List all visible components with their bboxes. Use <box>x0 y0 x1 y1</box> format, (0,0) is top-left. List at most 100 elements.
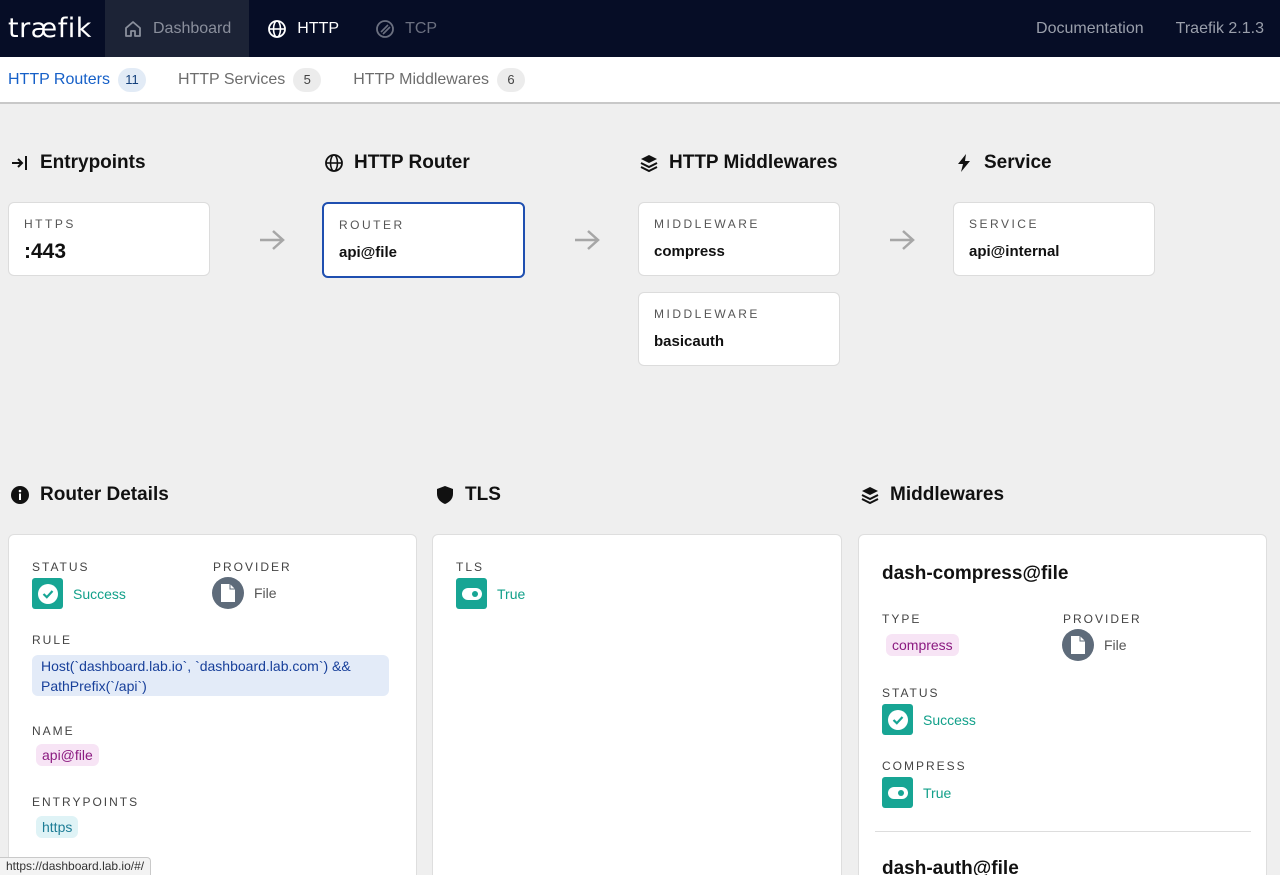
layers-icon <box>861 487 879 505</box>
shield-icon <box>437 486 453 504</box>
section-title: HTTP Middlewares <box>669 152 838 173</box>
bolt-icon <box>958 154 970 172</box>
middleware-card-basicauth[interactable]: MIDDLEWARE basicauth <box>638 292 840 366</box>
status-label: STATUS <box>32 560 90 574</box>
entrypoints-label: ENTRYPOINTS <box>32 795 140 809</box>
tls-value: True <box>497 585 526 602</box>
entrypoint-chip: https <box>36 816 79 838</box>
card-value: :443 <box>24 240 67 263</box>
name-label: NAME <box>32 724 75 738</box>
tab-http-services[interactable]: HTTP Services 5 <box>177 67 322 92</box>
router-details-panel: STATUS Success PROVIDER File RULE Host(`… <box>8 534 417 875</box>
rule-line-2: PathPrefix(`/api`) <box>41 677 147 694</box>
tls-heading: TLS <box>435 484 501 506</box>
status-label: STATUS <box>882 686 940 700</box>
http-router-heading: HTTP Router <box>324 152 470 174</box>
documentation-link[interactable]: Documentation <box>1020 0 1160 57</box>
status-value: Success <box>923 711 976 728</box>
card-value: compress <box>654 243 725 260</box>
sign-in-icon <box>12 156 27 170</box>
count-badge: 11 <box>117 67 146 92</box>
tab-http-middlewares[interactable]: HTTP Middlewares 6 <box>353 67 525 92</box>
compress-value: True <box>923 784 952 801</box>
nav-dashboard-label: Dashboard <box>153 19 232 37</box>
globe-icon <box>325 154 343 172</box>
status-indicator: Success <box>882 704 976 735</box>
arrow-right-icon <box>575 230 600 250</box>
provider-indicator: File <box>1062 629 1127 661</box>
top-navbar: træfik Dashboard HTTP TCP Documentation … <box>0 0 1280 57</box>
version-label: Traefik 2.1.3 <box>1175 19 1264 37</box>
nav-tcp-label: TCP <box>405 19 438 37</box>
middlewares-heading: Middlewares <box>860 484 1004 506</box>
nav-dashboard[interactable]: Dashboard <box>105 0 250 57</box>
card-value: api@internal <box>969 243 1060 260</box>
type-label: TYPE <box>882 612 922 626</box>
tls-indicator: True <box>456 578 525 609</box>
card-label: MIDDLEWARE <box>654 307 760 321</box>
router-card[interactable]: ROUTER api@file <box>322 202 525 278</box>
rule-line-1: Host(`dashboard.lab.io`, `dashboard.lab.… <box>41 657 351 674</box>
card-value: basicauth <box>654 333 725 350</box>
section-title: TLS <box>465 484 501 505</box>
arrow-right-icon <box>890 230 915 250</box>
card-value: api@file <box>339 244 397 261</box>
card-label: MIDDLEWARE <box>654 217 760 231</box>
tcp-icon <box>376 19 394 38</box>
toggle-on-icon <box>882 777 913 808</box>
nav-http-label: HTTP <box>297 19 340 37</box>
http-subtabs: HTTP Routers 11 HTTP Services 5 HTTP Mid… <box>0 57 1280 104</box>
provider-indicator: File <box>212 577 277 609</box>
toggle-on-icon <box>456 578 487 609</box>
tls-label: TLS <box>456 560 485 574</box>
status-indicator: Success <box>32 578 126 609</box>
card-label: ROUTER <box>339 218 405 232</box>
middleware-name: dash-auth@file <box>882 858 1019 875</box>
status-value: Success <box>73 585 126 602</box>
compress-indicator: True <box>882 777 951 808</box>
provider-label: PROVIDER <box>213 560 292 574</box>
file-icon <box>212 577 244 609</box>
arrow-right-icon <box>260 230 285 250</box>
traefik-logo[interactable]: træfik <box>0 13 105 44</box>
service-card[interactable]: SERVICE api@internal <box>953 202 1155 276</box>
card-label: HTTPS <box>24 217 76 231</box>
section-title: Entrypoints <box>40 152 146 173</box>
info-icon <box>11 486 29 504</box>
router-details-heading: Router Details <box>10 484 169 506</box>
browser-status-url: https://dashboard.lab.io/#/ <box>0 857 152 875</box>
middlewares-panel: dash-compress@file TYPE compress PROVIDE… <box>858 534 1267 875</box>
provider-label: PROVIDER <box>1063 612 1142 626</box>
tab-label: HTTP Services <box>177 70 286 88</box>
service-heading: Service <box>954 152 1052 174</box>
name-chip: api@file <box>36 744 99 766</box>
tab-label: HTTP Middlewares <box>353 70 489 88</box>
card-label: SERVICE <box>969 217 1039 231</box>
type-chip: compress <box>886 634 959 656</box>
middleware-card-compress[interactable]: MIDDLEWARE compress <box>638 202 840 276</box>
entrypoints-heading: Entrypoints <box>10 152 146 174</box>
rule-label: RULE <box>32 633 73 647</box>
nav-tcp[interactable]: TCP <box>357 0 455 57</box>
section-title: Middlewares <box>890 484 1005 505</box>
nav-http[interactable]: HTTP <box>249 0 357 57</box>
section-title: Router Details <box>40 484 169 505</box>
count-badge: 6 <box>496 67 525 92</box>
layers-icon <box>640 155 658 173</box>
middleware-name: dash-compress@file <box>882 563 1069 584</box>
check-icon <box>882 704 913 735</box>
section-title: HTTP Router <box>354 152 470 173</box>
entrypoint-card[interactable]: HTTPS :443 <box>8 202 210 276</box>
compress-label: COMPRESS <box>882 759 967 773</box>
home-icon <box>125 20 141 37</box>
file-icon <box>1062 629 1094 661</box>
globe-icon <box>268 19 287 38</box>
rule-chip: Host(`dashboard.lab.io`, `dashboard.lab.… <box>32 655 389 696</box>
tls-panel: TLS True <box>432 534 842 875</box>
tab-http-routers[interactable]: HTTP Routers 11 <box>8 67 146 92</box>
section-title: Service <box>984 152 1052 173</box>
tab-label: HTTP Routers <box>8 70 110 88</box>
http-middlewares-heading: HTTP Middlewares <box>639 152 838 174</box>
check-icon <box>32 578 63 609</box>
divider <box>875 831 1251 832</box>
